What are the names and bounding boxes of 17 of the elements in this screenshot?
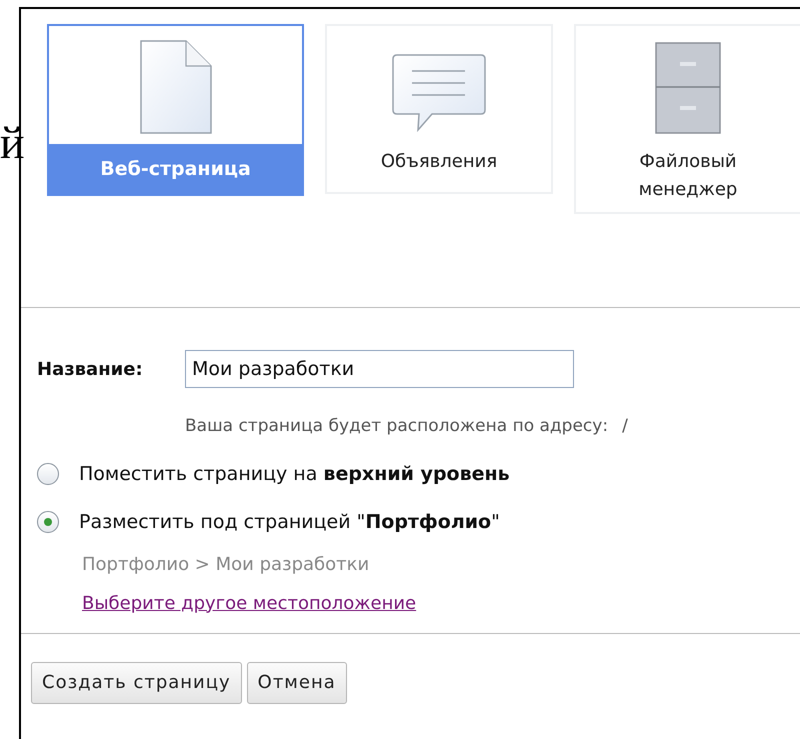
radio-label: Поместить страницу на верхний уровень <box>79 462 510 486</box>
speech-bubble-icon <box>392 54 486 134</box>
radio-label: Разместить под страницей "Портфолио" <box>79 510 500 535</box>
address-hint: Ваша страница будет расположена по адресу: <box>185 415 608 438</box>
name-label: Название: <box>37 358 144 382</box>
file-cabinet-icon <box>655 42 721 134</box>
name-input-field[interactable]: Мои разработки <box>185 350 574 388</box>
create-page-button[interactable]: Создать страницу <box>31 662 242 704</box>
breadcrumb-path: Портфолио > Мои разработки <box>82 552 370 576</box>
document-icon <box>140 40 212 134</box>
change-location-link[interactable]: Выберите другое местоположение <box>82 590 416 616</box>
address-path: / <box>622 415 628 438</box>
radio-button[interactable] <box>37 462 59 485</box>
radio-button[interactable] <box>37 511 59 534</box>
cancel-button[interactable]: Отмена <box>246 662 347 704</box>
page-type-tile[interactable]: Объявления <box>325 24 553 194</box>
page-type-tile[interactable]: Файловый менеджер <box>574 24 800 214</box>
